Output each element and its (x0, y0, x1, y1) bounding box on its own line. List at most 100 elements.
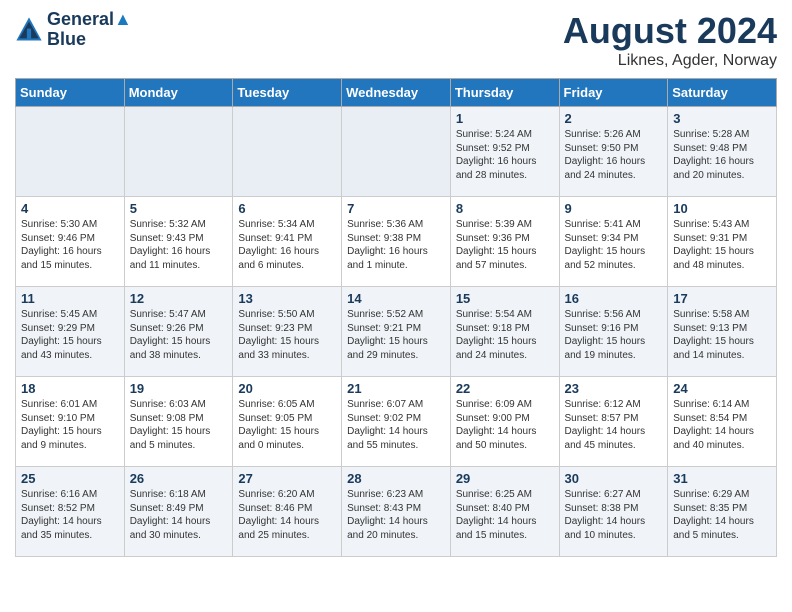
calendar-cell: 31 Sunrise: 6:29 AM Sunset: 8:35 PM Dayli… (668, 467, 777, 557)
day-info: Sunrise: 5:41 AM Sunset: 9:34 PM Dayligh… (565, 218, 663, 272)
day-info: Sunrise: 5:32 AM Sunset: 9:43 PM Dayligh… (130, 218, 228, 272)
calendar-cell: 22Sunrise: 6:09 AM Sunset: 9:00 PM Dayli… (450, 377, 559, 467)
calendar-cell (342, 107, 451, 197)
day-info: Sunrise: 5:43 AM Sunset: 9:31 PM Dayligh… (673, 218, 771, 272)
header-day-tuesday: Tuesday (233, 79, 342, 107)
day-number: 29 (456, 471, 554, 486)
calendar-cell: 24Sunrise: 6:14 AM Sunset: 8:54 PM Dayli… (668, 377, 777, 467)
day-number: 24 (673, 381, 771, 396)
day-info: Sunrise: 6:23 AM Sunset: 8:43 PM Dayligh… (347, 488, 445, 542)
day-info: Sunrise: 6:29 AM Sunset: 8:35 PM Dayligh… (673, 488, 771, 542)
day-info: Sunrise: 5:24 AM Sunset: 9:52 PM Dayligh… (456, 128, 554, 182)
day-info: Sunrise: 5:50 AM Sunset: 9:23 PM Dayligh… (238, 308, 336, 362)
day-number: 18 (21, 381, 119, 396)
calendar-cell: 23 Sunrise: 6:12 AM Sunset: 8:57 PM Dayli… (559, 377, 668, 467)
header-day-monday: Monday (124, 79, 233, 107)
day-number: 31 (673, 471, 771, 486)
calendar-cell: 8 Sunrise: 5:39 AM Sunset: 9:36 PM Daylig… (450, 197, 559, 287)
day-number: 16 (565, 291, 663, 306)
logo-icon (15, 16, 43, 44)
day-number: 9 (565, 201, 663, 216)
calendar-cell (124, 107, 233, 197)
calendar-cell: 28 Sunrise: 6:23 AM Sunset: 8:43 PM Dayli… (342, 467, 451, 557)
calendar-cell: 11 Sunrise: 5:45 AM Sunset: 9:29 PM Dayli… (16, 287, 125, 377)
day-info: Sunrise: 6:03 AM Sunset: 9:08 PM Dayligh… (130, 398, 228, 452)
header-day-saturday: Saturday (668, 79, 777, 107)
day-number: 5 (130, 201, 228, 216)
day-number: 19 (130, 381, 228, 396)
calendar-cell: 17 Sunrise: 5:58 AM Sunset: 9:13 PM Dayli… (668, 287, 777, 377)
calendar-cell: 16Sunrise: 5:56 AM Sunset: 9:16 PM Dayli… (559, 287, 668, 377)
day-number: 27 (238, 471, 336, 486)
header-day-thursday: Thursday (450, 79, 559, 107)
calendar-cell: 4 Sunrise: 5:30 AM Sunset: 9:46 PM Daylig… (16, 197, 125, 287)
day-info: Sunrise: 5:36 AM Sunset: 9:38 PM Dayligh… (347, 218, 445, 272)
logo-text: General▲ Blue (47, 10, 132, 50)
day-info: Sunrise: 6:01 AM Sunset: 9:10 PM Dayligh… (21, 398, 119, 452)
day-number: 1 (456, 111, 554, 126)
day-info: Sunrise: 6:05 AM Sunset: 9:05 PM Dayligh… (238, 398, 336, 452)
day-info: Sunrise: 5:34 AM Sunset: 9:41 PM Dayligh… (238, 218, 336, 272)
day-number: 8 (456, 201, 554, 216)
day-info: Sunrise: 6:20 AM Sunset: 8:46 PM Dayligh… (238, 488, 336, 542)
calendar-cell: 25Sunrise: 6:16 AM Sunset: 8:52 PM Dayli… (16, 467, 125, 557)
day-number: 22 (456, 381, 554, 396)
calendar-cell: 29Sunrise: 6:25 AM Sunset: 8:40 PM Dayli… (450, 467, 559, 557)
title-block: August 2024 Liknes, Agder, Norway (563, 10, 777, 70)
calendar-cell: 6Sunrise: 5:34 AM Sunset: 9:41 PM Daylig… (233, 197, 342, 287)
day-info: Sunrise: 6:27 AM Sunset: 8:38 PM Dayligh… (565, 488, 663, 542)
day-number: 11 (21, 291, 119, 306)
day-info: Sunrise: 6:16 AM Sunset: 8:52 PM Dayligh… (21, 488, 119, 542)
calendar-cell: 30Sunrise: 6:27 AM Sunset: 8:38 PM Dayli… (559, 467, 668, 557)
day-number: 21 (347, 381, 445, 396)
calendar-cell: 15Sunrise: 5:54 AM Sunset: 9:18 PM Dayli… (450, 287, 559, 377)
subtitle: Liknes, Agder, Norway (563, 52, 777, 70)
day-info: Sunrise: 5:47 AM Sunset: 9:26 PM Dayligh… (130, 308, 228, 362)
day-info: Sunrise: 6:12 AM Sunset: 8:57 PM Dayligh… (565, 398, 663, 452)
header-day-friday: Friday (559, 79, 668, 107)
calendar-cell: 27 Sunrise: 6:20 AM Sunset: 8:46 PM Dayli… (233, 467, 342, 557)
calendar-cell: 10 Sunrise: 5:43 AM Sunset: 9:31 PM Dayli… (668, 197, 777, 287)
calendar-table: SundayMondayTuesdayWednesdayThursdayFrid… (15, 78, 777, 557)
calendar-cell: 9 Sunrise: 5:41 AM Sunset: 9:34 PM Daylig… (559, 197, 668, 287)
week-row-3: 11 Sunrise: 5:45 AM Sunset: 9:29 PM Dayli… (16, 287, 777, 377)
day-number: 28 (347, 471, 445, 486)
calendar-cell: 12Sunrise: 5:47 AM Sunset: 9:26 PM Dayli… (124, 287, 233, 377)
calendar-cell: 5 Sunrise: 5:32 AM Sunset: 9:43 PM Daylig… (124, 197, 233, 287)
logo: General▲ Blue (15, 10, 132, 50)
day-number: 3 (673, 111, 771, 126)
calendar-cell: 1 Sunrise: 5:24 AM Sunset: 9:52 PM Daylig… (450, 107, 559, 197)
day-number: 23 (565, 381, 663, 396)
week-row-5: 25Sunrise: 6:16 AM Sunset: 8:52 PM Dayli… (16, 467, 777, 557)
calendar-cell: 18 Sunrise: 6:01 AM Sunset: 9:10 PM Dayli… (16, 377, 125, 467)
day-info: Sunrise: 5:45 AM Sunset: 9:29 PM Dayligh… (21, 308, 119, 362)
calendar-cell: 26Sunrise: 6:18 AM Sunset: 8:49 PM Dayli… (124, 467, 233, 557)
day-number: 10 (673, 201, 771, 216)
main-title: August 2024 (563, 10, 777, 52)
calendar-cell: 7Sunrise: 5:36 AM Sunset: 9:38 PM Daylig… (342, 197, 451, 287)
day-number: 20 (238, 381, 336, 396)
day-info: Sunrise: 5:52 AM Sunset: 9:21 PM Dayligh… (347, 308, 445, 362)
header-row: SundayMondayTuesdayWednesdayThursdayFrid… (16, 79, 777, 107)
day-number: 4 (21, 201, 119, 216)
calendar-cell: 20 Sunrise: 6:05 AM Sunset: 9:05 PM Dayli… (233, 377, 342, 467)
header-day-wednesday: Wednesday (342, 79, 451, 107)
day-number: 14 (347, 291, 445, 306)
day-number: 2 (565, 111, 663, 126)
day-info: Sunrise: 5:30 AM Sunset: 9:46 PM Dayligh… (21, 218, 119, 272)
week-row-1: 1 Sunrise: 5:24 AM Sunset: 9:52 PM Daylig… (16, 107, 777, 197)
calendar-cell (16, 107, 125, 197)
day-info: Sunrise: 5:39 AM Sunset: 9:36 PM Dayligh… (456, 218, 554, 272)
day-number: 17 (673, 291, 771, 306)
day-number: 15 (456, 291, 554, 306)
calendar-cell: 2Sunrise: 5:26 AM Sunset: 9:50 PM Daylig… (559, 107, 668, 197)
day-info: Sunrise: 6:18 AM Sunset: 8:49 PM Dayligh… (130, 488, 228, 542)
day-info: Sunrise: 5:28 AM Sunset: 9:48 PM Dayligh… (673, 128, 771, 182)
day-number: 13 (238, 291, 336, 306)
day-info: Sunrise: 5:58 AM Sunset: 9:13 PM Dayligh… (673, 308, 771, 362)
calendar-cell: 21Sunrise: 6:07 AM Sunset: 9:02 PM Dayli… (342, 377, 451, 467)
calendar-cell (233, 107, 342, 197)
calendar-cell: 3 Sunrise: 5:28 AM Sunset: 9:48 PM Daylig… (668, 107, 777, 197)
calendar-cell: 13 Sunrise: 5:50 AM Sunset: 9:23 PM Dayli… (233, 287, 342, 377)
week-row-2: 4 Sunrise: 5:30 AM Sunset: 9:46 PM Daylig… (16, 197, 777, 287)
